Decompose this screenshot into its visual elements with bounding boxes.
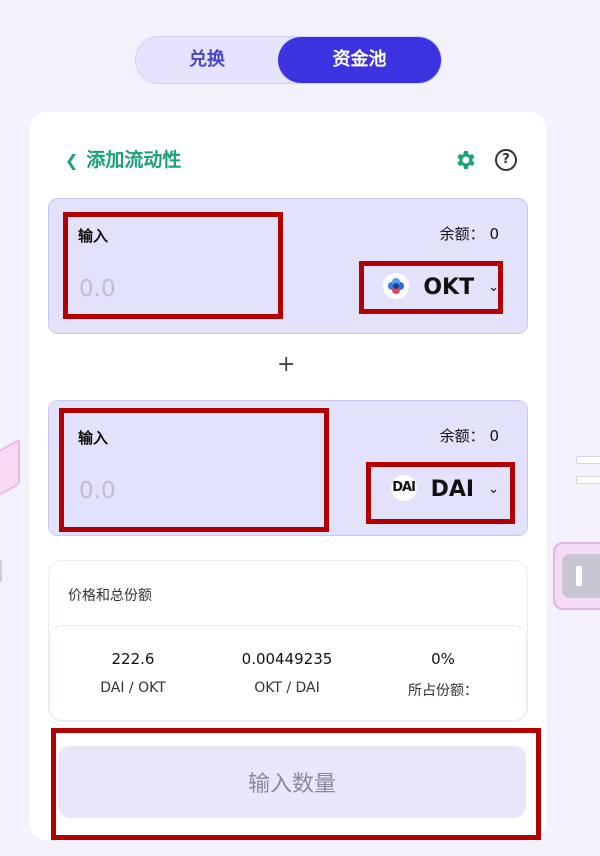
stat-pool-share: 0% 所占份额： <box>408 650 478 699</box>
chevron-down-icon: ⌄ <box>488 280 499 295</box>
price-share-panel: 价格和总份额 222.6 DAI / OKT 0.00449235 OKT / … <box>48 560 528 722</box>
input-label: 输入 <box>78 227 109 245</box>
background-shape <box>0 438 20 504</box>
price-stats: 222.6 DAI / OKT 0.00449235 OKT / DAI 0% … <box>49 625 527 721</box>
input-label: 输入 <box>78 429 109 447</box>
enter-amount-button[interactable]: 输入数量 <box>58 746 526 818</box>
background-shape <box>553 542 600 610</box>
okt-token-icon <box>383 273 410 299</box>
add-liquidity-card: ❮ 添加流动性 ? 输入 余额： 0 OKT ⌄ + 输入 <box>29 112 547 840</box>
balance-text: 余额： 0 <box>439 427 499 445</box>
back-button[interactable]: ❮ 添加流动性 <box>65 146 181 174</box>
gear-icon[interactable] <box>453 148 477 172</box>
background-shape <box>576 456 600 496</box>
background-shape <box>0 560 2 582</box>
tab-exchange[interactable]: 兑换 <box>136 37 278 83</box>
stat-okt-per-dai: 0.00449235 OKT / DAI <box>241 650 333 696</box>
token-select-a[interactable]: OKT ⌄ <box>383 269 499 307</box>
token-select-b[interactable]: DAI DAI ⌄ <box>390 471 499 509</box>
mode-switch: 兑换 资金池 <box>135 36 442 84</box>
dai-token-icon: DAI <box>390 475 417 501</box>
tab-pool[interactable]: 资金池 <box>278 37 441 83</box>
token-symbol: OKT <box>423 275 475 300</box>
balance-text: 余额： 0 <box>439 225 499 243</box>
plus-sign: + <box>277 352 296 377</box>
chevron-left-icon: ❮ <box>65 151 79 170</box>
help-icon[interactable]: ? <box>495 149 517 171</box>
token-symbol: DAI <box>430 477 475 502</box>
card-header: ❮ 添加流动性 ? <box>65 146 525 174</box>
stat-dai-per-okt: 222.6 DAI / OKT <box>100 650 166 696</box>
price-title: 价格和总份额 <box>68 588 152 604</box>
amount-input-b[interactable] <box>77 473 271 509</box>
token-input-a: 输入 余额： 0 OKT ⌄ <box>48 198 528 334</box>
amount-input-a[interactable] <box>77 271 271 307</box>
page-title: 添加流动性 <box>86 149 182 171</box>
token-input-b: 输入 余额： 0 DAI DAI ⌄ <box>48 400 528 536</box>
chevron-down-icon: ⌄ <box>488 482 499 497</box>
